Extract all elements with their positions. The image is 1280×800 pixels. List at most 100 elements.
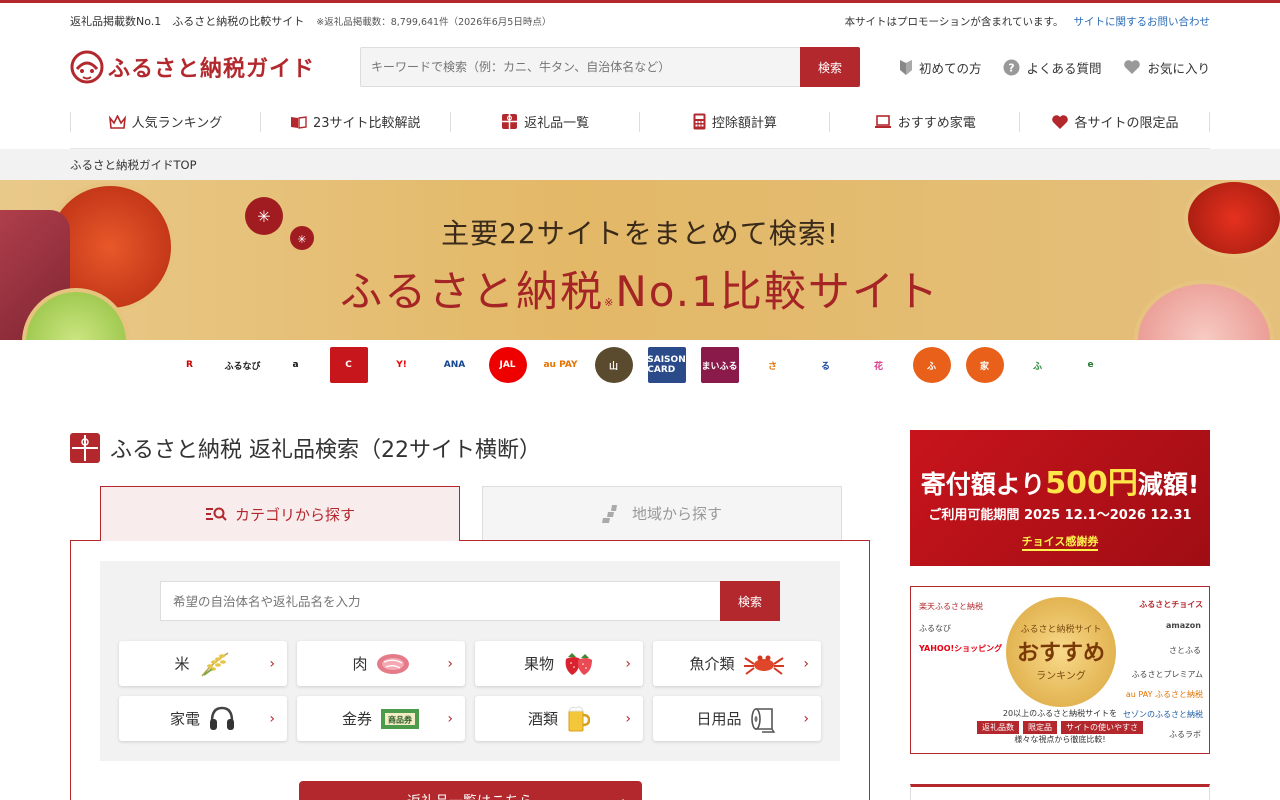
tab-category[interactable]: カテゴリから探す (100, 486, 460, 541)
nav-item-calculator[interactable]: 控除額計算 (639, 111, 829, 132)
partner-logo[interactable]: a (276, 347, 315, 383)
partner-logo[interactable]: 花 (859, 347, 898, 383)
partner-logo[interactable]: Y! (382, 347, 421, 383)
category-search: 検索 (160, 581, 780, 621)
header-search: 検索 (360, 47, 860, 87)
rice-icon (198, 651, 232, 677)
recommend-ranking-ad[interactable]: 楽天ふるさと納税 ふるなび YAHOO!ショッピング ふるさとチョイス amaz… (910, 586, 1210, 754)
partner-logo[interactable]: C (329, 347, 368, 383)
site-logo[interactable]: ふるさと納税ガイド (70, 49, 360, 85)
partner-logo[interactable]: さ (753, 347, 792, 383)
partner-site-logos: R ふるなび a C Y! ANA JAL au PAY 山 SAISON CARD まいふるさる花… (0, 340, 1280, 390)
hero-headline: 主要22サイトをまとめて検索! (441, 217, 839, 250)
category-search-button[interactable]: 検索 (720, 581, 780, 621)
map-icon (601, 504, 624, 524)
svg-text:商品券: 商品券 (388, 714, 413, 724)
search-tabs: カテゴリから探す 地域から探す (100, 486, 870, 541)
nav-item-gifts[interactable]: 返礼品一覧 (449, 111, 640, 132)
book-icon (290, 115, 307, 129)
calculator-icon (693, 113, 706, 130)
partner-logo[interactable]: まいふる (700, 347, 739, 383)
nav-item-compare[interactable]: 23サイト比較解説 (259, 111, 450, 132)
tab-region[interactable]: 地域から探す (482, 486, 842, 540)
ranking-medal: ふるさと納税サイト おすすめ ランキング (1006, 597, 1116, 707)
partner-logo[interactable]: ANA (435, 347, 474, 383)
header-search-button[interactable]: 検索 (800, 47, 860, 87)
chevron-right-icon: › (803, 655, 809, 672)
partner-logo[interactable]: ふるなび (223, 347, 262, 383)
category-search-icon (205, 506, 227, 522)
nav-item-limited-label: 各サイトの限定品 (1074, 116, 1179, 131)
partner-logo[interactable]: る (806, 347, 845, 383)
category-meat[interactable]: 肉 › (297, 641, 465, 686)
sidebar-box (910, 784, 1210, 800)
logo-text: ふるさと納税ガイド (108, 57, 316, 82)
beginner-link[interactable]: 初めての方 (899, 58, 982, 77)
header-search-input[interactable] (360, 47, 800, 87)
promotion-note: 本サイトはプロモーションが含まれています。 (844, 15, 1064, 28)
meat-icon (376, 653, 410, 675)
heart-icon (1051, 114, 1069, 130)
chevron-right-icon: › (269, 655, 275, 672)
partner-logo[interactable]: e (1071, 347, 1110, 383)
faq-label: よくある質問 (1026, 60, 1102, 76)
nav-item-limited[interactable]: 各サイトの限定品 (1019, 111, 1210, 132)
gift-icon (501, 113, 518, 130)
tab-category-label: カテゴリから探す (234, 505, 355, 524)
partner-logo[interactable]: JAL (488, 347, 527, 383)
chevron-right-icon: › (447, 710, 453, 727)
partner-logo[interactable]: au PAY (541, 347, 580, 383)
headphones-icon (208, 705, 236, 733)
gift-list-button[interactable]: 返礼品一覧はこちら › (298, 781, 642, 800)
hero-banner[interactable]: ✳ ✳ 主要22サイトをまとめて検索! ふるさと納税※No.1比較サイト R ふるな… (0, 180, 1280, 390)
category-alcohol[interactable]: 酒類 › (475, 696, 643, 741)
category-fruit[interactable]: 果物 › (475, 641, 643, 686)
beer-icon (566, 705, 590, 733)
category-electronics[interactable]: 家電 › (119, 696, 287, 741)
partner-logo[interactable]: 山 (594, 347, 633, 383)
choice-coupon-ad[interactable]: 寄付額より500円減額! ご利用可能期間 2025 12.1～2026 12.3… (910, 430, 1210, 566)
site-tagline: 返礼品掲載数No.1 ふるさと納税の比較サイト (70, 15, 305, 28)
header-main-row: ふるさと納税ガイド 検索 初めての方 ? よくある質問 お気に入り (70, 39, 1210, 95)
chevron-right-icon: › (803, 710, 809, 727)
gift-voucher-icon: 商品券 (380, 708, 420, 730)
category-rice[interactable]: 米 › (119, 641, 287, 686)
nav-item-compare-label: 23サイト比較解説 (312, 116, 421, 131)
breadcrumb: ふるさと納税ガイドTOP (0, 149, 1280, 180)
nav-item-gifts-label: 返礼品一覧 (524, 116, 590, 131)
faq-link[interactable]: ? よくある質問 (1003, 58, 1101, 77)
favorites-label: お気に入り (1147, 60, 1210, 76)
logo-mascot-icon (70, 49, 104, 85)
beginner-label: 初めての方 (918, 60, 982, 76)
laptop-icon (874, 114, 892, 129)
heart-icon (1123, 59, 1141, 75)
header: 返礼品掲載数No.1 ふるさと納税の比較サイト ※返礼品掲載数：8,799,64… (70, 3, 1210, 149)
contact-link[interactable]: サイトに関するお問い合わせ (1074, 14, 1211, 29)
breadcrumb-home-link[interactable]: ふるさと納税ガイドTOP (70, 158, 197, 172)
partner-logo[interactable]: ふ (1018, 347, 1057, 383)
nav-item-electronics[interactable]: おすすめ家電 (829, 111, 1019, 132)
partner-logo[interactable]: 家 (965, 347, 1004, 383)
main-content: ふるさと納税 返礼品検索（22サイト横断） カテゴリから探す 地域から探す 検索 (70, 390, 1210, 800)
partner-logo[interactable]: SAISON CARD (647, 347, 686, 383)
nav-item-ranking[interactable]: 人気ランキング (70, 111, 260, 132)
category-daily-goods[interactable]: 日用品 › (653, 696, 821, 741)
search-section: ふるさと納税 返礼品検索（22サイト横断） カテゴリから探す 地域から探す 検索 (70, 430, 870, 800)
strawberry-icon (562, 651, 594, 677)
category-seafood[interactable]: 魚介類 › (653, 641, 821, 686)
nav-item-ranking-label: 人気ランキング (131, 116, 223, 131)
favorites-link[interactable]: お気に入り (1123, 58, 1210, 77)
category-grid: 米 › 肉 › 果物 › 魚介類 › 家電 › 金券 商品券 › 酒類 › 日用… (118, 641, 822, 741)
chevron-right-icon: › (269, 710, 275, 727)
partner-logo[interactable]: R (170, 347, 209, 383)
category-panel: 検索 米 › 肉 › 果物 › (70, 540, 870, 800)
nav-item-calculator-label: 控除額計算 (711, 116, 777, 131)
chevron-right-icon: › (625, 710, 631, 727)
nav-item-electronics-label: おすすめ家電 (897, 116, 976, 131)
section-title: ふるさと納税 返礼品検索（22サイト横断） (110, 438, 541, 463)
main-nav: 人気ランキング 23サイト比較解説 返礼品一覧 控除額計算 おすすめ家電 各サイ… (70, 95, 1210, 149)
partner-logo[interactable]: ふ (912, 347, 951, 383)
category-search-input[interactable] (160, 581, 720, 621)
gift-icon (70, 433, 100, 463)
category-voucher[interactable]: 金券 商品券 › (297, 696, 465, 741)
